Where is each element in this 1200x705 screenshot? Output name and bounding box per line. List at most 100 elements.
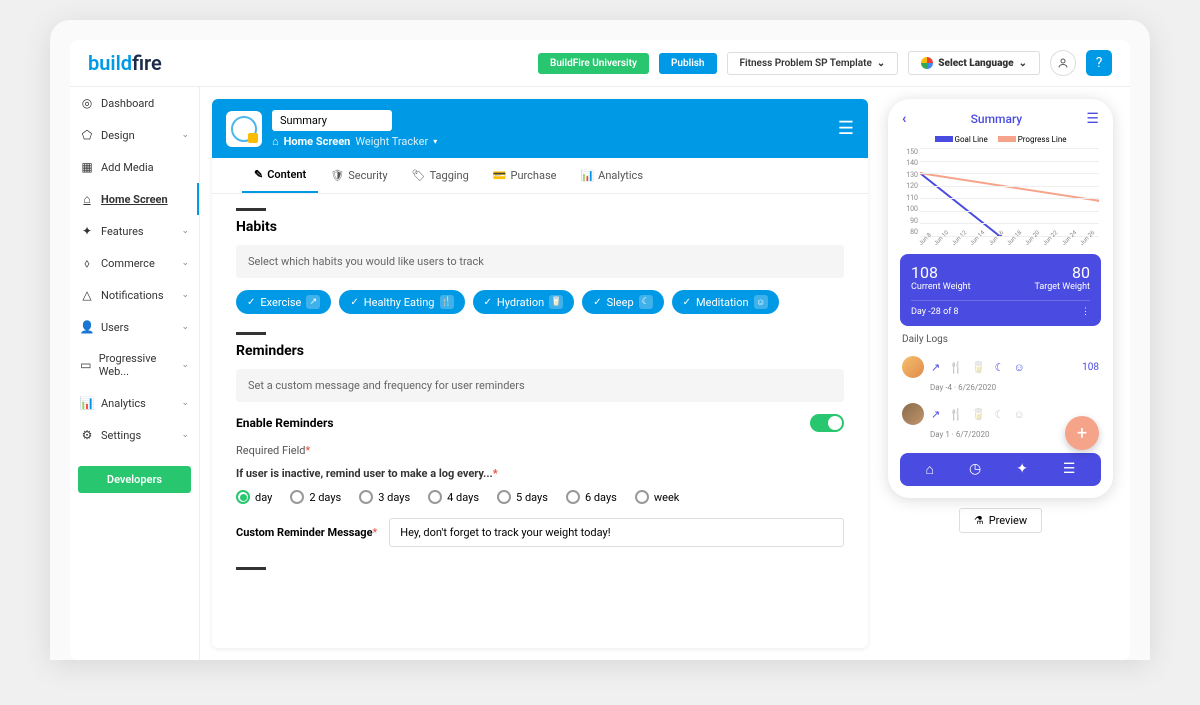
- publish-button[interactable]: Publish: [659, 53, 717, 74]
- editor-tabs: ✎Content🛡Security🏷Tagging💳Purchase📊Analy…: [212, 158, 868, 194]
- tab-tagging[interactable]: 🏷Tagging: [400, 158, 481, 193]
- flask-icon: ⚗: [974, 514, 984, 527]
- sidebar-item-dashboard[interactable]: ◎Dashboard: [70, 87, 199, 119]
- habit-chip-meditation[interactable]: Meditation☺: [672, 290, 779, 314]
- back-icon[interactable]: ‹: [902, 111, 906, 127]
- tab-icon: 🏷: [412, 169, 426, 182]
- sidebar-item-features[interactable]: ✦Features⌄: [70, 215, 199, 247]
- nav-icon: ▦: [80, 160, 94, 174]
- log-habit-icons: ↗🍴🥛☾☺: [931, 408, 1025, 421]
- tab-security[interactable]: 🛡Security: [318, 158, 399, 193]
- target-weight: 80: [1034, 263, 1090, 282]
- sidebar-item-notifications[interactable]: △Notifications⌄: [70, 279, 199, 311]
- sidebar-item-progressive-web-[interactable]: ▭Progressive Web...⌄: [70, 343, 199, 387]
- sidebar-item-home-screen[interactable]: ⌂Home Screen: [70, 183, 199, 215]
- enable-reminders-toggle[interactable]: [810, 414, 844, 432]
- sidebar: ◎Dashboard⬠Design⌄▦Add Media⌂Home Screen…: [70, 87, 200, 660]
- habit-chip-exercise[interactable]: Exercise↗: [236, 290, 331, 314]
- chevron-down-icon: ⌄: [181, 398, 189, 408]
- frequency-radio-3-days[interactable]: 3 days: [359, 490, 410, 504]
- breadcrumb-home[interactable]: Home Screen: [284, 135, 351, 148]
- chevron-down-icon: ⌄: [181, 258, 189, 268]
- log-item[interactable]: ↗🍴🥛☾☺ 108: [896, 351, 1105, 383]
- nav-list-icon[interactable]: ☰: [1063, 461, 1076, 478]
- sidebar-item-analytics[interactable]: 📊Analytics⌄: [70, 387, 199, 419]
- habits-help: Select which habits you would like users…: [236, 245, 844, 278]
- nav-activity-icon[interactable]: ✦: [1016, 461, 1028, 478]
- phone-bottom-nav: ⌂ ◷ ✦ ☰: [900, 453, 1101, 486]
- frequency-radio-2-days[interactable]: 2 days: [290, 490, 341, 504]
- target-weight-label: Target Weight: [1034, 282, 1090, 292]
- tab-icon: 💳: [493, 169, 507, 182]
- chip-icon: ☺: [754, 295, 768, 309]
- add-log-fab[interactable]: +: [1065, 416, 1099, 450]
- current-weight-label: Current Weight: [911, 282, 971, 292]
- frequency-label: If user is inactive, remind user to make…: [236, 467, 844, 480]
- tab-content[interactable]: ✎Content: [242, 158, 318, 193]
- chart-legend: Goal Line Progress Line: [896, 135, 1105, 144]
- habit-chip-hydration[interactable]: Hydration🥛: [473, 290, 575, 314]
- preview-button[interactable]: ⚗Preview: [959, 508, 1042, 533]
- hydration-icon: 🥛: [972, 408, 986, 421]
- mood-icon: ☺: [1014, 408, 1025, 421]
- language-dropdown[interactable]: Select Language ⌄: [908, 51, 1040, 75]
- chip-icon: ☾: [639, 295, 653, 309]
- editor-header: ⌂ Home Screen Weight Tracker ▾ ☰: [212, 99, 868, 158]
- nav-icon: ◎: [80, 96, 94, 110]
- tab-purchase[interactable]: 💳Purchase: [481, 158, 569, 193]
- log-date: Day -4 · 6/26/2020: [896, 383, 1105, 398]
- nav-home-icon[interactable]: ⌂: [926, 461, 934, 478]
- chevron-down-icon: ⌄: [181, 360, 189, 370]
- sidebar-item-add-media[interactable]: ▦Add Media: [70, 151, 199, 183]
- exercise-icon: ↗: [931, 408, 940, 421]
- tab-icon: ✎: [254, 168, 263, 181]
- habit-chip-sleep[interactable]: Sleep☾: [582, 290, 663, 314]
- breadcrumb-page[interactable]: Weight Tracker: [355, 135, 428, 148]
- phone-menu-icon[interactable]: ☰: [1086, 111, 1099, 127]
- nav-icon: ▭: [80, 358, 92, 372]
- top-bar: buildfire BuildFire University Publish F…: [70, 40, 1130, 87]
- chevron-down-icon: ⌄: [181, 130, 189, 140]
- nav-icon: 👤: [80, 320, 94, 334]
- radio-icon: [359, 490, 373, 504]
- enable-reminders-label: Enable Reminders: [236, 416, 334, 430]
- plugin-icon: [226, 111, 262, 147]
- nav-icon: △: [80, 288, 94, 302]
- sidebar-item-commerce[interactable]: ⬨Commerce⌄: [70, 247, 199, 279]
- sidebar-item-settings[interactable]: ⚙Settings⌄: [70, 419, 199, 451]
- google-icon: [921, 57, 933, 69]
- logo: buildfire: [88, 51, 162, 75]
- university-button[interactable]: BuildFire University: [538, 53, 649, 74]
- log-habit-icons: ↗🍴🥛☾☺: [931, 361, 1025, 374]
- nav-clock-icon[interactable]: ◷: [969, 461, 981, 478]
- title-input[interactable]: [272, 110, 392, 131]
- frequency-radio-5-days[interactable]: 5 days: [497, 490, 548, 504]
- template-dropdown[interactable]: Fitness Problem SP Template ⌄: [727, 52, 899, 75]
- frequency-radio-day[interactable]: day: [236, 490, 272, 504]
- frequency-radio-week[interactable]: week: [635, 490, 680, 504]
- developers-button[interactable]: Developers: [78, 466, 191, 493]
- tab-icon: 📊: [580, 169, 594, 182]
- user-menu[interactable]: [1050, 50, 1076, 76]
- frequency-radio-6-days[interactable]: 6 days: [566, 490, 617, 504]
- weight-card: 108Current Weight 80Target Weight Day -2…: [900, 254, 1101, 326]
- custom-message-input[interactable]: [389, 518, 844, 547]
- help-button[interactable]: ?: [1086, 50, 1112, 76]
- tab-analytics[interactable]: 📊Analytics: [568, 158, 655, 193]
- chevron-down-icon: ▾: [433, 137, 437, 146]
- avatar: [902, 356, 924, 378]
- radio-icon: [428, 490, 442, 504]
- nav-icon: ⌂: [80, 192, 94, 206]
- radio-icon: [566, 490, 580, 504]
- sidebar-item-users[interactable]: 👤Users⌄: [70, 311, 199, 343]
- chip-icon: 🥛: [549, 295, 563, 309]
- more-icon[interactable]: ⋮: [1081, 307, 1090, 317]
- food-icon: 🍴: [949, 361, 963, 374]
- hydration-icon: 🥛: [972, 361, 986, 374]
- habit-chip-healthy-eating[interactable]: Healthy Eating🍴: [339, 290, 464, 314]
- chevron-down-icon: ⌄: [181, 322, 189, 332]
- chevron-down-icon: ⌄: [1019, 58, 1027, 69]
- frequency-radio-4-days[interactable]: 4 days: [428, 490, 479, 504]
- sidebar-item-design[interactable]: ⬠Design⌄: [70, 119, 199, 151]
- hamburger-icon[interactable]: ☰: [838, 118, 854, 139]
